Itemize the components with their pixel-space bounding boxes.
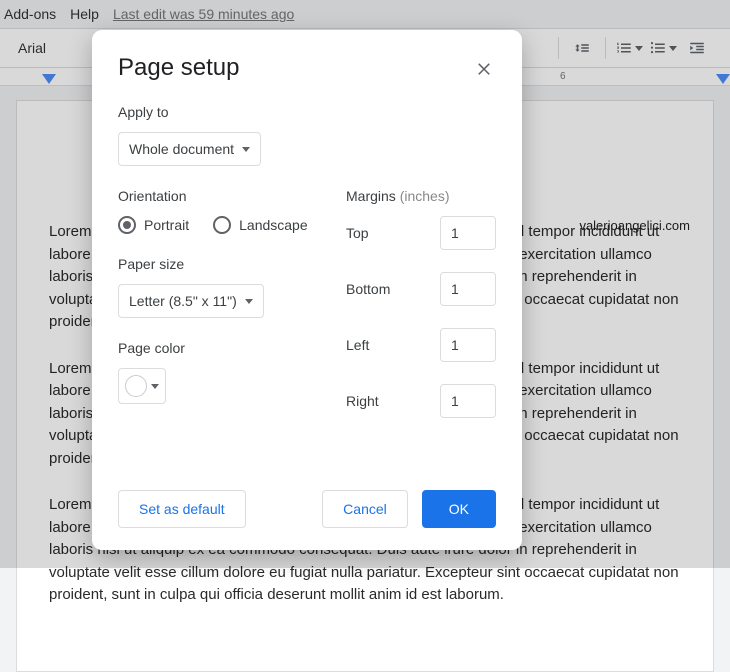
color-swatch-icon [125,375,147,397]
radio-icon [118,216,136,234]
apply-to-label: Apply to [118,104,496,120]
apply-to-dropdown[interactable]: Whole document [118,132,261,166]
set-as-default-button[interactable]: Set as default [118,490,246,528]
close-icon [475,59,493,77]
chevron-down-icon [245,299,253,304]
paper-size-dropdown[interactable]: Letter (8.5" x 11") [118,284,264,318]
margin-left-label: Left [346,337,428,353]
orientation-portrait-label: Portrait [144,217,189,233]
margin-top-input[interactable] [440,216,496,250]
orientation-landscape-radio[interactable]: Landscape [213,216,308,234]
page-color-label: Page color [118,340,316,356]
margins-label: Margins (inches) [346,188,496,204]
page-color-dropdown[interactable] [118,368,166,404]
dialog-title: Page setup [118,54,239,82]
cancel-button[interactable]: Cancel [322,490,408,528]
orientation-label: Orientation [118,188,316,204]
margin-top-label: Top [346,225,428,241]
apply-to-value: Whole document [129,141,234,157]
ok-button[interactable]: OK [422,490,496,528]
margin-right-input[interactable] [440,384,496,418]
margin-right-label: Right [346,393,428,409]
radio-icon [213,216,231,234]
paper-size-value: Letter (8.5" x 11") [129,293,237,309]
orientation-portrait-radio[interactable]: Portrait [118,216,189,234]
close-button[interactable] [472,56,496,80]
margin-bottom-label: Bottom [346,281,428,297]
margin-bottom-input[interactable] [440,272,496,306]
orientation-landscape-label: Landscape [239,217,308,233]
page-setup-dialog: Page setup Apply to Whole document Orien… [92,30,522,550]
margin-left-input[interactable] [440,328,496,362]
chevron-down-icon [151,384,159,389]
chevron-down-icon [242,147,250,152]
paper-size-label: Paper size [118,256,316,272]
